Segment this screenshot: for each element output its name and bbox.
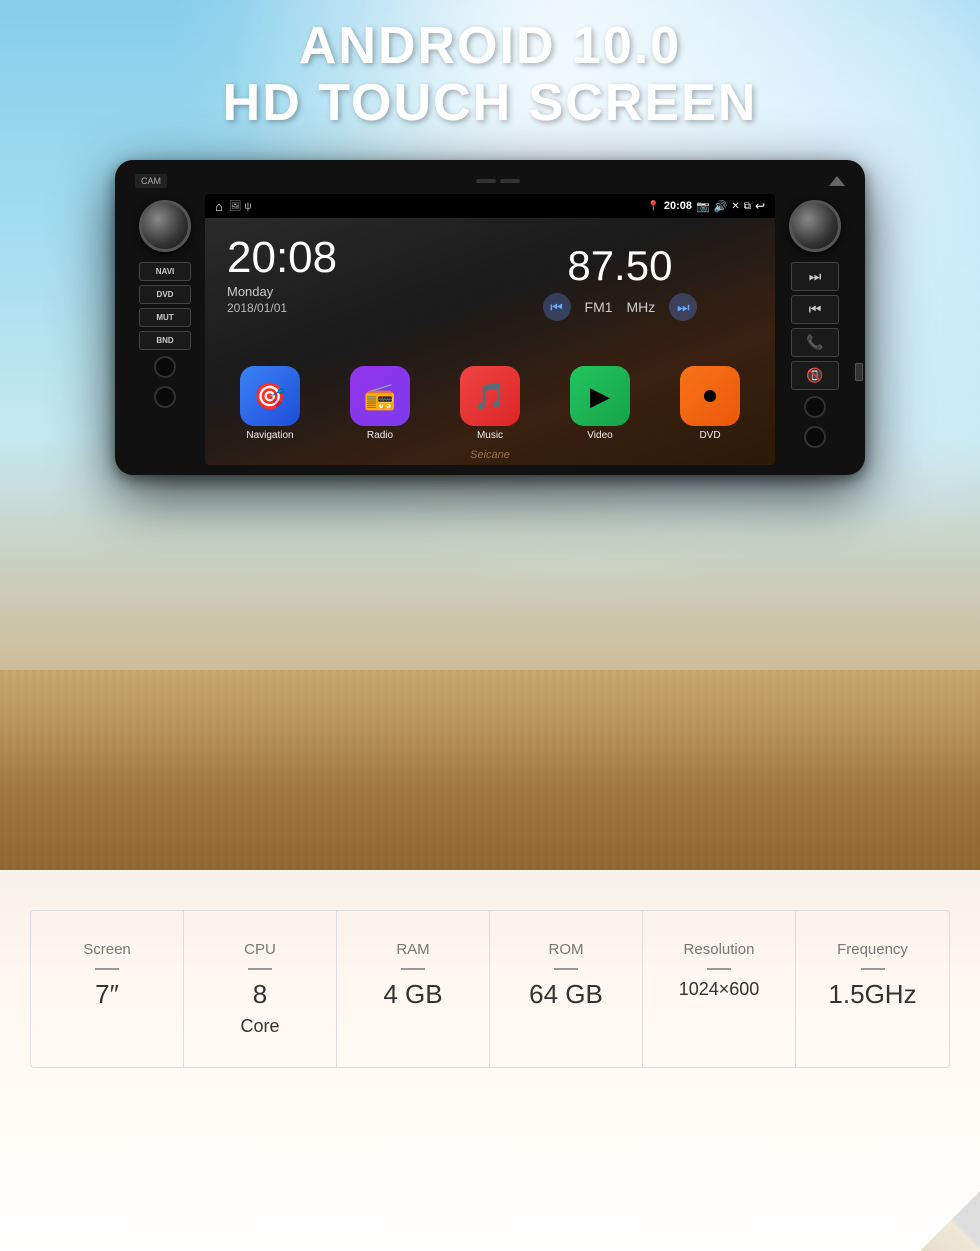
- spec-screen: Screen 7″: [31, 911, 184, 1067]
- spec-screen-label: Screen: [83, 941, 131, 958]
- spec-ram-label: RAM: [396, 941, 429, 958]
- spec-resolution-label: Resolution: [684, 941, 755, 958]
- hero-title: ANDROID 10.0 HD TOUCH SCREEN: [0, 18, 980, 132]
- top-bar-center: [476, 179, 520, 183]
- top-indicator: [476, 179, 496, 183]
- nav-icon-box: 🎯: [240, 366, 300, 426]
- android-status-bar: ⌂ 🖼 ψ 📍 20:08 📷 🔊 ✕ ⧉ ↩: [205, 194, 775, 218]
- spec-ram-divider: [401, 968, 425, 970]
- spec-rom-label: ROM: [549, 941, 584, 958]
- spec-rom-divider: [554, 968, 578, 970]
- radio-icon-label: Radio: [367, 430, 393, 441]
- hero-section: ANDROID 10.0 HD TOUCH SCREEN CAM NAVI: [0, 0, 980, 870]
- dvd-app-icon[interactable]: ⏺ DVD: [680, 366, 740, 441]
- title-line2: HD TOUCH SCREEN: [0, 75, 980, 132]
- radio-prev-btn[interactable]: ⏮: [543, 293, 571, 321]
- spec-resolution-value: 1024×600: [679, 980, 760, 1000]
- bnd-button[interactable]: BND: [139, 331, 191, 350]
- hangup-button[interactable]: 📵: [791, 361, 839, 390]
- radio-next-btn[interactable]: ⏭: [669, 293, 697, 321]
- spec-cpu-divider: [248, 968, 272, 970]
- spec-cpu: CPU 8Core: [184, 911, 337, 1067]
- left-panel: NAVI DVD MUT BND: [125, 194, 205, 465]
- mut-button[interactable]: MUT: [139, 308, 191, 327]
- radio-band: FM1: [585, 299, 613, 315]
- clock-date: 2018/01/01: [227, 301, 459, 315]
- spec-ram: RAM 4 GB: [337, 911, 490, 1067]
- spec-screen-value: 7″: [95, 980, 119, 1009]
- dvd-icon-label: DVD: [699, 430, 720, 441]
- home-icon[interactable]: ⌂: [215, 199, 223, 214]
- eject-button[interactable]: [829, 176, 845, 186]
- clock-day: Monday: [227, 284, 459, 299]
- widget-area: 20:08 Monday 2018/01/01 87.50 ⏮ FM1: [205, 218, 775, 348]
- usb-port: [855, 363, 863, 381]
- spec-ram-value: 4 GB: [383, 980, 442, 1009]
- window-status-icon: ⧉: [744, 201, 751, 212]
- right-hole-2: [804, 426, 826, 448]
- dvd-button[interactable]: DVD: [139, 285, 191, 304]
- right-knob[interactable]: [789, 200, 841, 252]
- dvd-icon-box: ⏺: [680, 366, 740, 426]
- left-hole-1: [154, 356, 176, 378]
- app-icons-row: 🎯 Navigation 📻 Radio 🎵 Music: [205, 358, 775, 445]
- radio-app-icon[interactable]: 📻 Radio: [350, 366, 410, 441]
- music-icon-label: Music: [477, 430, 503, 441]
- title-line1: ANDROID 10.0: [0, 18, 980, 75]
- wood-surface: [0, 670, 980, 870]
- stereo-body: NAVI DVD MUT BND ⌂ 🖼 ψ: [125, 194, 855, 465]
- call-button[interactable]: 📞: [791, 328, 839, 357]
- video-icon-label: Video: [587, 430, 612, 441]
- right-panel: ⏭ ⏮ 📞 📵: [775, 194, 855, 465]
- spec-resolution-divider: [707, 968, 731, 970]
- stereo-unit: CAM NAVI DVD MUT BND: [115, 160, 865, 475]
- location-icon: 📍: [647, 201, 659, 212]
- close-status-icon: ✕: [731, 201, 739, 212]
- next-track-button[interactable]: ⏭: [791, 262, 839, 291]
- specs-grid: Screen 7″ CPU 8Core RAM 4 GB ROM 64 GB R…: [30, 910, 950, 1068]
- cam-label: CAM: [135, 174, 167, 188]
- radio-band-row: ⏮ FM1 MHz ⏭: [543, 293, 698, 321]
- nav-app-icon[interactable]: 🎯 Navigation: [240, 366, 300, 441]
- video-app-icon[interactable]: ▶ Video: [570, 366, 630, 441]
- camera-status-icon: 📷: [696, 200, 710, 213]
- spec-rom-value: 64 GB: [529, 980, 603, 1009]
- music-icon-box: 🎵: [460, 366, 520, 426]
- spec-cpu-label: CPU: [244, 941, 276, 958]
- spec-frequency-value: 1.5GHz: [828, 980, 916, 1009]
- seicane-watermark: Seicane: [205, 445, 775, 465]
- spec-screen-divider: [95, 968, 119, 970]
- radio-icon-box: 📻: [350, 366, 410, 426]
- stereo-top-bar: CAM: [125, 174, 855, 194]
- radio-widget: 87.50 ⏮ FM1 MHz ⏭: [473, 226, 767, 340]
- status-left-icons: 🖼 ψ: [229, 201, 252, 212]
- status-left: ⌂ 🖼 ψ: [215, 199, 251, 214]
- navi-button[interactable]: NAVI: [139, 262, 191, 281]
- video-icon-box: ▶: [570, 366, 630, 426]
- clock-time: 20:08: [227, 236, 459, 280]
- status-time: 20:08: [664, 200, 692, 212]
- right-hole-1: [804, 396, 826, 418]
- screen-area: ⌂ 🖼 ψ 📍 20:08 📷 🔊 ✕ ⧉ ↩: [205, 194, 775, 465]
- prev-track-button[interactable]: ⏮: [791, 295, 839, 324]
- back-status-icon: ↩: [755, 199, 765, 213]
- radio-unit: MHz: [627, 299, 656, 315]
- radio-frequency: 87.50: [567, 245, 672, 287]
- spec-frequency: Frequency 1.5GHz: [796, 911, 949, 1067]
- top-indicator2: [500, 179, 520, 183]
- status-center-icons: 📍 20:08 📷 🔊 ✕ ⧉ ↩: [647, 199, 765, 213]
- nav-icon-label: Navigation: [246, 430, 293, 441]
- spec-frequency-label: Frequency: [837, 941, 908, 958]
- clock-widget: 20:08 Monday 2018/01/01: [213, 226, 473, 340]
- volume-status-icon: 🔊: [714, 200, 728, 213]
- spec-resolution: Resolution 1024×600: [643, 911, 796, 1067]
- left-knob[interactable]: [139, 200, 191, 252]
- specs-section: Screen 7″ CPU 8Core RAM 4 GB ROM 64 GB R…: [0, 870, 980, 1251]
- spec-rom: ROM 64 GB: [490, 911, 643, 1067]
- spec-cpu-value: 8Core: [240, 980, 279, 1037]
- music-app-icon[interactable]: 🎵 Music: [460, 366, 520, 441]
- android-home: 20:08 Monday 2018/01/01 87.50 ⏮ FM1: [205, 218, 775, 465]
- left-hole-2: [154, 386, 176, 408]
- spec-frequency-divider: [861, 968, 885, 970]
